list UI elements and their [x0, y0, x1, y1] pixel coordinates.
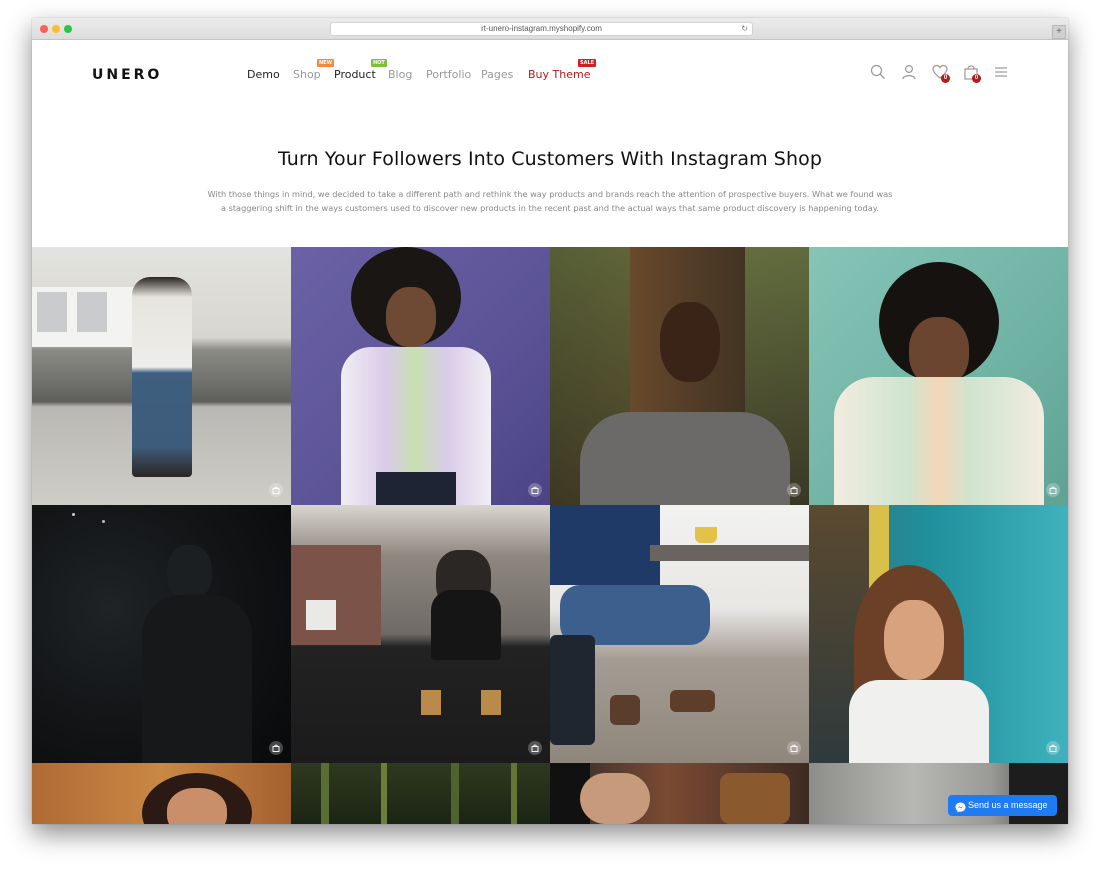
- gallery-photo-11[interactable]: [550, 763, 809, 824]
- nav-item-pages[interactable]: Pages: [481, 68, 513, 81]
- reload-icon[interactable]: ↻: [741, 23, 748, 35]
- cart-icon[interactable]: 0: [963, 64, 981, 83]
- new-tab-button[interactable]: +: [1052, 25, 1066, 39]
- nav-item-blog[interactable]: Blog: [388, 68, 412, 81]
- shop-bag-icon: [528, 483, 542, 497]
- nav-item-demo[interactable]: Demo: [247, 68, 280, 81]
- gallery-photo-1[interactable]: [32, 247, 291, 505]
- zoom-window-button[interactable]: [64, 25, 72, 33]
- gallery-photo-7[interactable]: [550, 505, 809, 763]
- nav-item-portfolio[interactable]: Portfolio: [426, 68, 471, 81]
- nav-item-product[interactable]: Product HOT: [334, 59, 387, 81]
- shop-bag-icon: [787, 483, 801, 497]
- site-logo[interactable]: UNERO: [92, 67, 162, 83]
- shop-bag-icon: [787, 741, 801, 755]
- instagram-gallery: [32, 247, 1068, 824]
- header-icons: 0 0: [870, 64, 1010, 86]
- minimize-window-button[interactable]: [52, 25, 60, 33]
- address-bar-url: rt-unero-instagram.myshopify.com: [481, 24, 602, 33]
- shop-bag-icon: [1046, 741, 1060, 755]
- nav-item-buy-theme[interactable]: Buy Theme SALE: [528, 59, 597, 81]
- cart-count: 0: [972, 74, 981, 83]
- search-icon[interactable]: [870, 64, 888, 82]
- menu-icon[interactable]: [994, 64, 1012, 82]
- hero-description: With those things in mind, we decided to…: [207, 189, 893, 213]
- browser-titlebar: rt-unero-instagram.myshopify.com ↻ +: [32, 18, 1068, 40]
- wishlist-count: 0: [941, 74, 950, 83]
- gallery-photo-2[interactable]: [291, 247, 550, 505]
- account-icon[interactable]: [901, 64, 919, 82]
- shop-bag-icon: [269, 741, 283, 755]
- shop-bag-icon: [528, 741, 542, 755]
- messenger-icon: [955, 800, 966, 821]
- nav-item-shop[interactable]: Shop NEW: [293, 59, 335, 81]
- hero-section: Turn Your Followers Into Customers With …: [32, 148, 1068, 215]
- address-bar[interactable]: rt-unero-instagram.myshopify.com ↻: [330, 22, 753, 36]
- nav-item-product-label: Product: [334, 68, 376, 81]
- wishlist-icon[interactable]: 0: [932, 64, 950, 83]
- gallery-photo-8[interactable]: [809, 505, 1068, 763]
- close-window-button[interactable]: [40, 25, 48, 33]
- gallery-photo-10[interactable]: [291, 763, 550, 824]
- shop-bag-icon: [269, 483, 283, 497]
- sale-badge: SALE: [578, 59, 597, 67]
- gallery-photo-5[interactable]: [32, 505, 291, 763]
- new-badge: NEW: [317, 59, 335, 67]
- site-header: UNERO Demo Shop NEW Product HOT Blog Por…: [32, 40, 1068, 110]
- gallery-photo-6[interactable]: [291, 505, 550, 763]
- send-message-button[interactable]: Send us a message: [948, 795, 1057, 816]
- nav-item-buy-theme-label: Buy Theme: [528, 68, 591, 81]
- gallery-photo-3[interactable]: [550, 247, 809, 505]
- nav-item-shop-label: Shop: [293, 68, 321, 81]
- hot-badge: HOT: [371, 59, 387, 67]
- browser-window: rt-unero-instagram.myshopify.com ↻ + UNE…: [32, 18, 1068, 824]
- send-message-label: Send us a message: [968, 800, 1048, 810]
- gallery-photo-9[interactable]: [32, 763, 291, 824]
- gallery-photo-4[interactable]: [809, 247, 1068, 505]
- shop-bag-icon: [1046, 483, 1060, 497]
- page-title: Turn Your Followers Into Customers With …: [277, 148, 822, 170]
